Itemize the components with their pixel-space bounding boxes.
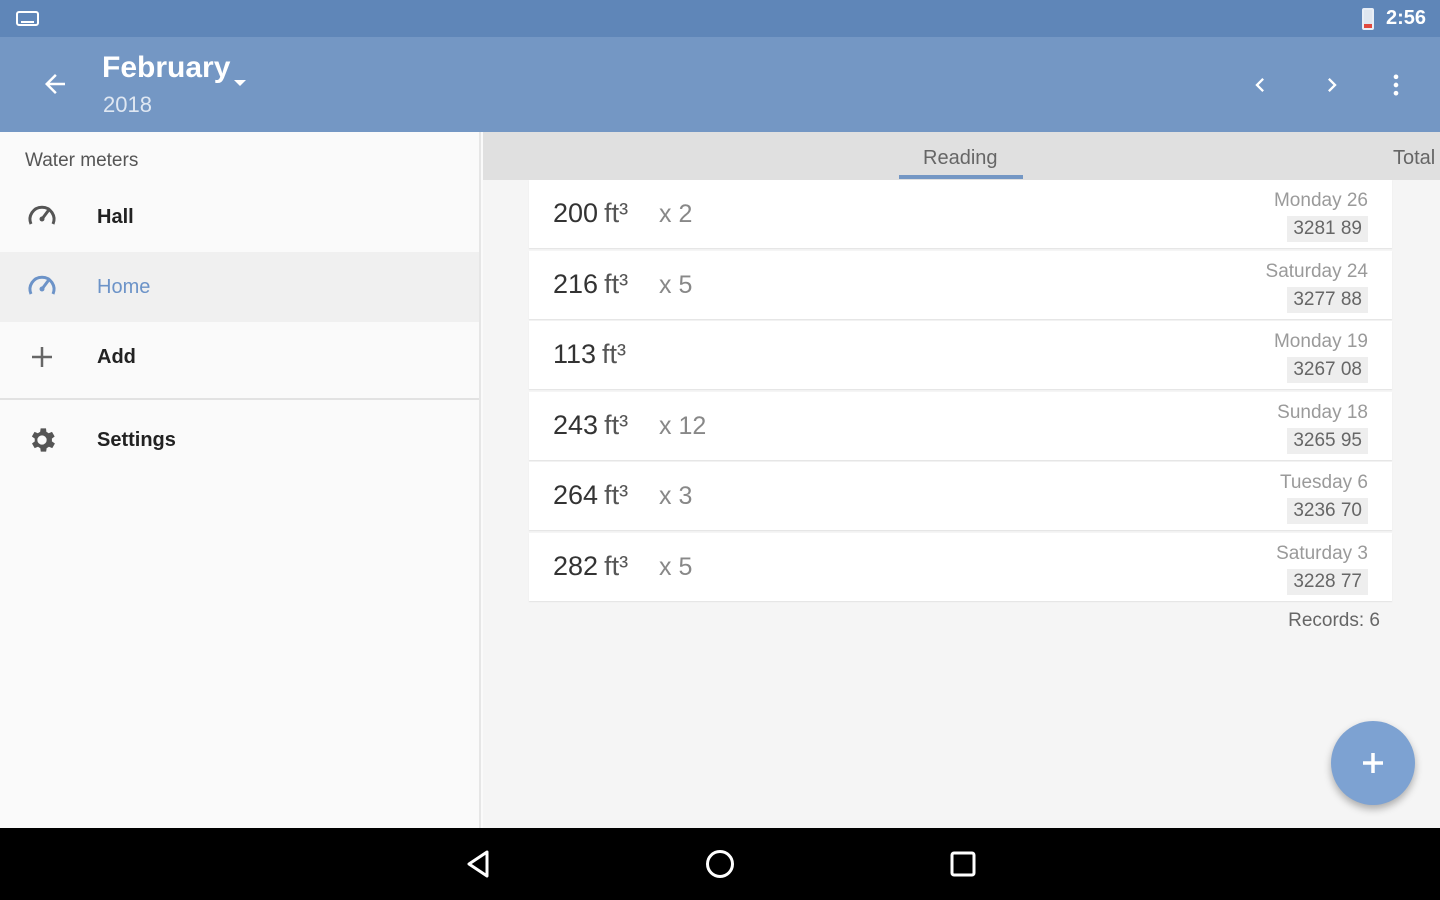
app-toolbar: February 2018 (0, 37, 1440, 132)
nav-home-icon[interactable] (702, 846, 738, 882)
record-reading: 3281 89 (1287, 216, 1368, 242)
list-item[interactable]: 264 ft³ x 3 Tuesday 6 3236 70 (529, 462, 1392, 530)
record-value: 243 ft³ (553, 409, 629, 440)
divider (0, 398, 479, 400)
tab-reading[interactable]: Reading (923, 147, 998, 170)
status-bar: 2:56 (0, 0, 1440, 37)
tab-bar: Reading Total (483, 132, 1440, 180)
gear-icon (24, 422, 60, 458)
record-date: Saturday 24 (1265, 260, 1368, 282)
status-time: 2:56 (1386, 7, 1427, 29)
list-item[interactable]: 216 ft³ x 5 Saturday 24 3277 88 (529, 250, 1392, 319)
sidebar-item-label: Home (97, 276, 151, 298)
record-value: 113 ft³ (553, 339, 627, 369)
record-value: 264 ft³ (553, 480, 629, 510)
record-date: Sunday 18 (1277, 401, 1368, 423)
list-item[interactable]: 282 ft³ x 5 Saturday 3 3228 77 (529, 532, 1392, 601)
list-item[interactable]: 200 ft³ x 2 Monday 26 3281 89 (529, 180, 1392, 248)
list-item[interactable]: 113 ft³ Monday 19 3267 08 (529, 321, 1392, 389)
record-date: Tuesday 6 (1279, 472, 1368, 493)
navigation-drawer: Water meters Hall Home Add Settings (0, 132, 481, 828)
sidebar-item-label: Hall (97, 206, 134, 228)
screen-icon (16, 11, 39, 26)
record-date: Monday 19 (1273, 331, 1368, 352)
record-reading: 3267 08 (1287, 357, 1368, 383)
sidebar-item-label: Settings (97, 429, 176, 451)
system-nav-bar (0, 828, 1440, 900)
list-item[interactable]: 243 ft³ x 12 Sunday 18 3265 95 (529, 391, 1392, 460)
nav-recents-icon[interactable] (945, 846, 981, 882)
record-reading: 3228 77 (1287, 568, 1368, 595)
page-title[interactable]: February (102, 51, 230, 85)
records-count: Records: 6 (1288, 610, 1380, 631)
chevron-left-icon[interactable] (1240, 65, 1280, 105)
plus-icon (1363, 753, 1383, 773)
record-multiplier: x 3 (659, 482, 693, 510)
more-vert-icon[interactable] (1376, 65, 1416, 105)
tab-indicator (899, 175, 1023, 179)
speedometer-icon (24, 199, 60, 235)
tab-total[interactable]: Total (1393, 147, 1435, 170)
record-reading: 3265 95 (1287, 427, 1368, 454)
sidebar-item-hall[interactable]: Hall (0, 182, 479, 252)
dropdown-arrow-icon[interactable] (230, 73, 250, 93)
speedometer-icon (24, 269, 60, 305)
records-list: 200 ft³ x 2 Monday 26 3281 89 216 ft³ x 5 … (529, 180, 1392, 603)
add-record-button[interactable] (1331, 721, 1415, 805)
arrow-back-icon[interactable] (38, 67, 72, 101)
sidebar-item-settings[interactable]: Settings (0, 405, 479, 475)
record-date: Saturday 3 (1276, 542, 1368, 564)
record-value: 282 ft³ (553, 550, 629, 581)
record-reading: 3277 88 (1287, 286, 1368, 313)
battery-icon (1362, 8, 1374, 30)
sidebar-item-home[interactable]: Home (0, 252, 479, 322)
chevron-right-icon[interactable] (1312, 65, 1352, 105)
record-multiplier: x 12 (659, 411, 707, 440)
sidebar-item-add[interactable]: Add (0, 322, 479, 392)
nav-back-icon[interactable] (460, 846, 496, 882)
record-date: Monday 26 (1273, 190, 1368, 211)
record-multiplier: x 2 (659, 200, 693, 228)
record-multiplier: x 5 (659, 270, 693, 299)
page-subtitle: 2018 (103, 92, 152, 117)
record-value: 216 ft³ (553, 268, 629, 299)
records-panel: 200 ft³ x 2 Monday 26 3281 89 216 ft³ x 5 … (483, 180, 1440, 828)
sidebar-item-label: Add (97, 346, 136, 368)
record-multiplier: x 5 (659, 552, 693, 581)
record-value: 200 ft³ (553, 198, 629, 228)
plus-icon (24, 339, 60, 375)
record-reading: 3236 70 (1287, 498, 1368, 524)
section-label: Water meters (25, 150, 139, 171)
